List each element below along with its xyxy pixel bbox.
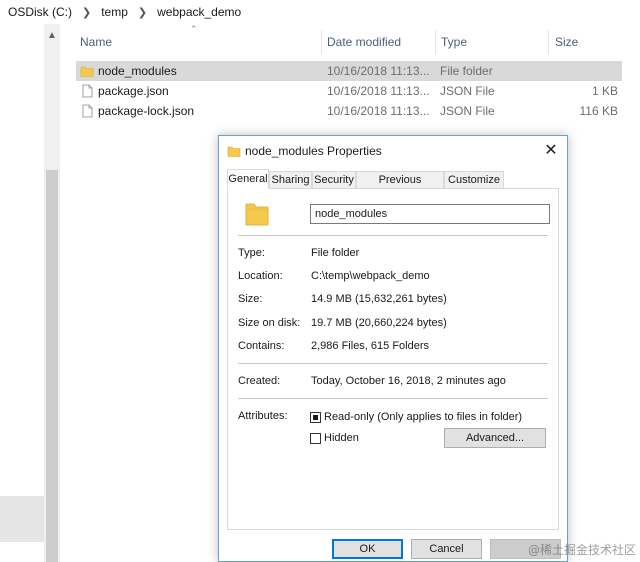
breadcrumb-item-current[interactable]: webpack_demo: [153, 5, 245, 19]
column-divider[interactable]: [321, 30, 322, 54]
divider: [238, 398, 548, 399]
file-type: JSON File: [440, 104, 495, 118]
size-value: 14.9 MB (15,632,261 bytes): [311, 293, 447, 305]
readonly-checkbox-label[interactable]: Read-only (Only applies to files in fold…: [324, 411, 522, 423]
folder-icon: [80, 66, 94, 77]
file-name: package.json: [98, 84, 169, 98]
size-on-disk-label: Size on disk:: [238, 317, 301, 329]
scrollbar-thumb[interactable]: [46, 170, 58, 562]
file-type: JSON File: [440, 84, 495, 98]
file-date-modified: 10/16/2018 11:13...: [327, 64, 430, 78]
navigation-pane-selected-item[interactable]: [0, 496, 44, 542]
file-date-modified: 10/16/2018 11:13...: [327, 84, 430, 98]
close-icon[interactable]: ✕: [541, 141, 561, 161]
tab-general[interactable]: General: [227, 169, 269, 189]
created-value: Today, October 16, 2018, 2 minutes ago: [311, 375, 506, 387]
breadcrumb-item-drive[interactable]: OSDisk (C:): [0, 5, 76, 19]
scroll-up-arrow-icon[interactable]: ▲: [44, 30, 60, 42]
column-header-name[interactable]: Name: [80, 30, 112, 54]
file-row-package-json[interactable]: package.json 10/16/2018 11:13... JSON Fi…: [76, 81, 622, 101]
column-header-size[interactable]: Size: [555, 30, 578, 54]
navigation-scrollbar[interactable]: ▲: [44, 24, 60, 562]
navigation-pane[interactable]: [0, 24, 44, 562]
file-size: 1 KB: [591, 84, 618, 98]
file-date-modified: 10/16/2018 11:13...: [327, 104, 430, 118]
folder-name-input[interactable]: [310, 204, 550, 224]
advanced-button[interactable]: Advanced...: [444, 428, 546, 448]
file-size: 116 KB: [579, 104, 618, 118]
size-on-disk-value: 19.7 MB (20,660,224 bytes): [311, 317, 447, 329]
ok-button[interactable]: OK: [332, 539, 403, 559]
created-label: Created:: [238, 375, 281, 387]
file-type: File folder: [440, 64, 493, 78]
file-row-package-lock-json[interactable]: package-lock.json 10/16/2018 11:13... JS…: [76, 101, 622, 121]
type-value: File folder: [311, 247, 360, 259]
column-header-date-modified[interactable]: Date modified: [327, 30, 401, 54]
contains-label: Contains:: [238, 340, 285, 352]
hidden-checkbox[interactable]: [310, 433, 321, 444]
file-icon: [82, 104, 93, 118]
divider: [238, 235, 548, 236]
sort-ascending-icon: ⌃: [190, 24, 198, 34]
chevron-right-icon[interactable]: ❯: [76, 6, 97, 19]
chevron-right-icon[interactable]: ❯: [132, 6, 153, 19]
column-divider[interactable]: [548, 30, 549, 54]
dialog-titlebar[interactable]: node_modules Properties ✕: [219, 136, 567, 166]
readonly-checkbox[interactable]: [310, 412, 321, 423]
column-divider[interactable]: [435, 30, 436, 54]
screen: OSDisk (C:) ❯ temp ❯ webpack_demo ▲ ⌃ Na…: [0, 0, 640, 562]
cancel-button[interactable]: Cancel: [411, 539, 482, 559]
file-icon: [82, 84, 93, 98]
location-value: C:\temp\webpack_demo: [311, 270, 430, 282]
tab-security[interactable]: Security: [312, 171, 356, 188]
location-label: Location:: [238, 270, 283, 282]
size-label: Size:: [238, 293, 263, 305]
properties-dialog: node_modules Properties ✕ General Sharin…: [218, 135, 568, 562]
divider: [238, 363, 548, 364]
folder-icon: [227, 146, 241, 157]
type-label: Type:: [238, 247, 265, 259]
file-row-node-modules[interactable]: node_modules 10/16/2018 11:13... File fo…: [76, 61, 622, 81]
file-name: package-lock.json: [98, 104, 195, 118]
column-header-type[interactable]: Type: [441, 30, 467, 54]
dialog-title: node_modules Properties: [245, 144, 382, 158]
breadcrumb-item-temp[interactable]: temp: [97, 5, 132, 19]
general-tab-panel: Type: File folder Location: C:\temp\webp…: [227, 188, 559, 530]
folder-icon: [245, 203, 269, 226]
tab-previous-versions[interactable]: Previous Versions: [356, 171, 444, 203]
hidden-checkbox-label[interactable]: Hidden: [324, 432, 359, 444]
file-name: node_modules: [98, 64, 177, 78]
tab-sharing[interactable]: Sharing: [269, 171, 312, 188]
breadcrumb: OSDisk (C:) ❯ temp ❯ webpack_demo: [0, 0, 640, 24]
tab-customize[interactable]: Customize: [444, 171, 504, 188]
watermark: @稀土掘金技术社区: [527, 543, 636, 557]
attributes-label: Attributes:: [238, 410, 288, 422]
contains-value: 2,986 Files, 615 Folders: [311, 340, 430, 352]
